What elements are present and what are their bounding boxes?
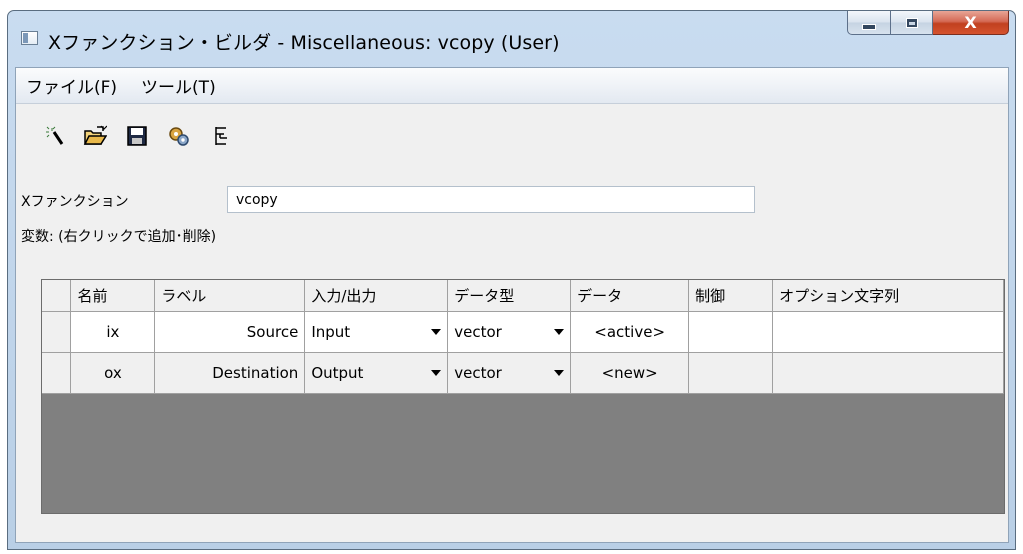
column-header-option[interactable]: オプション文字列	[772, 280, 1004, 312]
io-dropdown[interactable]: Input	[311, 322, 442, 341]
row-header[interactable]	[42, 311, 72, 353]
column-header-io[interactable]: 入力/出力	[304, 280, 449, 312]
variables-grid[interactable]: 名前 ラベル 入力/出力 データ型 データ 制御 オプション文字列 ix Sou…	[41, 279, 1005, 514]
compile-button[interactable]	[164, 122, 194, 150]
column-header-label[interactable]: ラベル	[154, 280, 306, 312]
cell-name[interactable]: ix	[70, 311, 156, 353]
new-wizard-button[interactable]	[38, 122, 68, 150]
dropdown-arrow-icon[interactable]	[431, 369, 442, 376]
menu-bar: ファイル(F) ツール(T)	[16, 68, 1008, 104]
cell-datatype[interactable]: vector	[447, 311, 572, 353]
column-header-name[interactable]: 名前	[70, 280, 156, 312]
client-area: ファイル(F) ツール(T) Xファンクション vcopy 変数: (右クリック…	[15, 67, 1009, 543]
close-icon: X	[964, 13, 977, 32]
table-row: ix Source Input vector <active>	[42, 311, 1004, 353]
cell-datatype[interactable]: vector	[447, 352, 572, 394]
grid-corner-cell[interactable]	[42, 280, 72, 312]
column-header-control[interactable]: 制御	[688, 280, 774, 312]
save-disk-icon	[127, 126, 147, 146]
variables-label: 変数: (右クリックで追加･削除)	[21, 229, 217, 245]
cell-control[interactable]	[688, 311, 774, 353]
datatype-value: vector	[454, 322, 502, 341]
cell-label[interactable]: Destination	[154, 352, 306, 394]
tree-view-button[interactable]	[206, 122, 236, 150]
app-window-icon	[21, 31, 38, 45]
dropdown-arrow-icon[interactable]	[554, 328, 565, 335]
row-header[interactable]	[42, 352, 72, 394]
cell-option[interactable]	[772, 352, 1004, 394]
magic-wand-icon	[46, 126, 64, 145]
datatype-dropdown[interactable]: vector	[454, 363, 565, 382]
dropdown-arrow-icon[interactable]	[431, 328, 442, 335]
datatype-value: vector	[454, 363, 502, 382]
xfunction-name-input[interactable]	[227, 186, 755, 213]
grid-header-row: 名前 ラベル 入力/出力 データ型 データ 制御 オプション文字列	[42, 280, 1004, 312]
minimize-icon	[862, 23, 876, 30]
caption-buttons: X	[847, 11, 1009, 35]
cell-option[interactable]	[772, 311, 1004, 353]
save-button[interactable]	[122, 122, 152, 150]
close-button[interactable]: X	[933, 11, 1009, 35]
minimize-button[interactable]	[847, 11, 891, 35]
cell-control[interactable]	[688, 352, 774, 394]
cell-io[interactable]: Output	[304, 352, 449, 394]
cell-data[interactable]: <new>	[570, 352, 690, 394]
io-value: Output	[311, 363, 364, 382]
column-header-datatype[interactable]: データ型	[447, 280, 572, 312]
maximize-icon	[905, 17, 918, 28]
title-bar[interactable]: Xファンクション・ビルダ - Miscellaneous: vcopy (Use…	[8, 11, 1015, 67]
menu-file[interactable]: ファイル(F)	[24, 73, 129, 98]
window-title: Xファンクション・ビルダ - Miscellaneous: vcopy (Use…	[48, 32, 560, 54]
cell-io[interactable]: Input	[304, 311, 449, 353]
cell-data[interactable]: <active>	[570, 311, 690, 353]
io-dropdown[interactable]: Output	[311, 363, 442, 382]
column-header-data[interactable]: データ	[570, 280, 690, 312]
xfunction-builder-window: Xファンクション・ビルダ - Miscellaneous: vcopy (Use…	[7, 10, 1016, 550]
open-button[interactable]	[80, 122, 110, 150]
cell-name[interactable]: ox	[70, 352, 156, 394]
tree-view-icon	[215, 127, 227, 145]
dropdown-arrow-icon[interactable]	[554, 369, 565, 376]
datatype-dropdown[interactable]: vector	[454, 322, 565, 341]
table-row: ox Destination Output vector <new>	[42, 352, 1004, 394]
xfunction-name-label: Xファンクション	[21, 194, 129, 210]
compile-gears-icon	[169, 127, 189, 146]
open-folder-icon	[83, 125, 107, 145]
maximize-button[interactable]	[891, 11, 933, 35]
cell-label[interactable]: Source	[154, 311, 306, 353]
toolbar	[38, 122, 236, 150]
menu-tools[interactable]: ツール(T)	[139, 73, 228, 98]
io-value: Input	[311, 322, 351, 341]
